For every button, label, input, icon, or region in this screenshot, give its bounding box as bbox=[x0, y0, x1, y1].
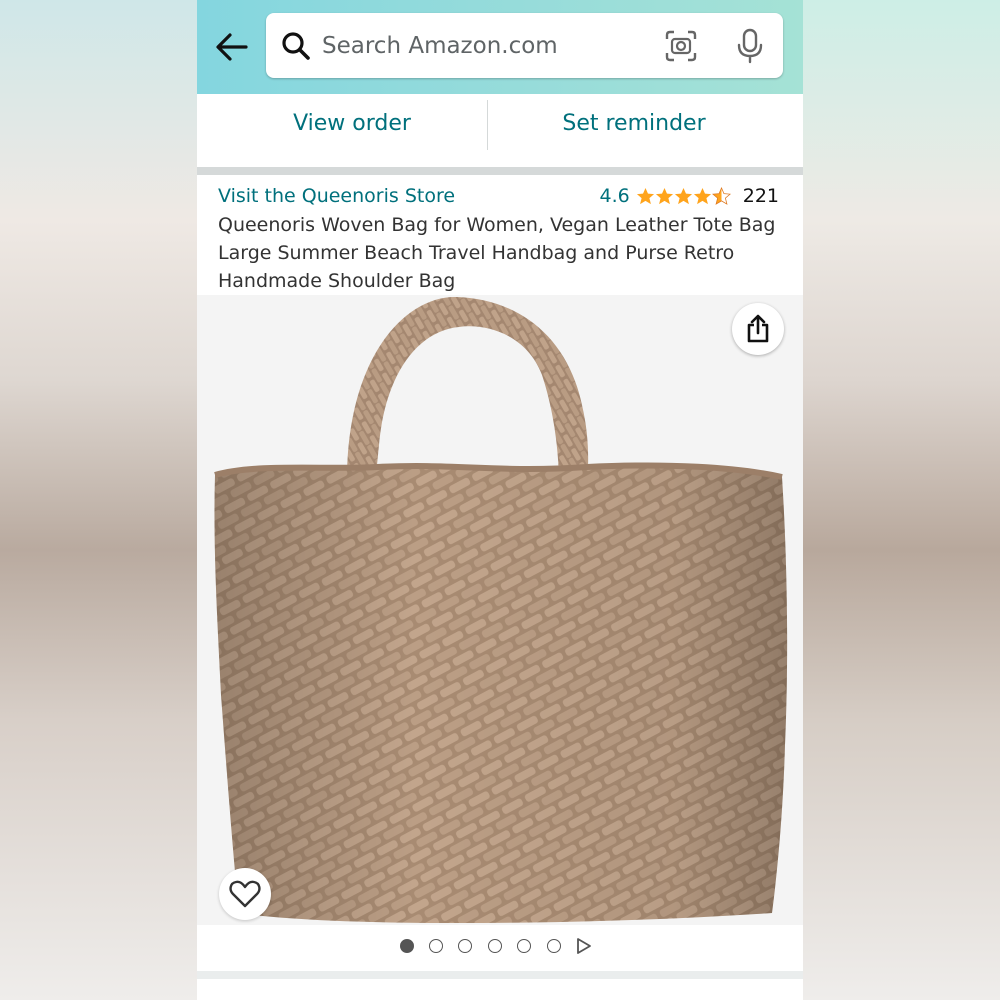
star-full-icon bbox=[693, 187, 711, 204]
camera-lens-icon[interactable] bbox=[664, 29, 698, 63]
phone-screen: View order Set reminder Visit the Queeno… bbox=[197, 0, 803, 1000]
store-link[interactable]: Visit the Queenoris Store bbox=[218, 185, 455, 207]
product-title: Queenoris Woven Bag for Women, Vegan Lea… bbox=[218, 214, 776, 292]
top-header bbox=[197, 0, 803, 94]
woven-tote-bag-image bbox=[197, 295, 803, 925]
blurred-background-right bbox=[803, 0, 1000, 1000]
carousel-dot-5[interactable] bbox=[517, 939, 531, 953]
review-count: 221 bbox=[742, 185, 779, 207]
carousel-dot-6[interactable] bbox=[547, 939, 561, 953]
view-order-button[interactable]: View order bbox=[197, 94, 507, 167]
star-full-icon bbox=[655, 187, 673, 204]
play-icon[interactable] bbox=[576, 937, 592, 955]
heart-icon bbox=[229, 880, 261, 908]
share-icon bbox=[747, 314, 769, 343]
next-section-peek bbox=[197, 979, 803, 1000]
blurred-background-left bbox=[0, 0, 197, 1000]
search-input[interactable] bbox=[322, 27, 652, 65]
image-carousel-indicator bbox=[197, 925, 803, 971]
rating-value: 4.6 bbox=[599, 185, 630, 207]
back-arrow-icon[interactable] bbox=[213, 28, 251, 66]
order-action-bar: View order Set reminder bbox=[197, 94, 803, 167]
section-separator bbox=[197, 971, 803, 979]
carousel-dot-2[interactable] bbox=[429, 939, 443, 953]
star-rating bbox=[636, 186, 731, 206]
product-info: Visit the Queenoris Store 4.6 221 Queeno… bbox=[197, 175, 803, 295]
section-separator bbox=[197, 167, 803, 175]
carousel-dot-3[interactable] bbox=[458, 939, 472, 953]
set-reminder-button[interactable]: Set reminder bbox=[489, 94, 779, 167]
microphone-icon[interactable] bbox=[732, 27, 768, 65]
star-full-icon bbox=[636, 187, 654, 204]
add-to-list-button[interactable] bbox=[219, 868, 271, 920]
star-half-icon bbox=[711, 186, 731, 205]
carousel-dot-4[interactable] bbox=[488, 939, 502, 953]
star-full-icon bbox=[674, 187, 692, 204]
search-bar[interactable] bbox=[266, 13, 783, 78]
search-icon[interactable] bbox=[280, 30, 312, 62]
action-divider bbox=[487, 100, 488, 150]
carousel-dot-1[interactable] bbox=[400, 939, 414, 953]
rating-summary[interactable]: 4.6 221 bbox=[600, 185, 779, 207]
share-button[interactable] bbox=[732, 303, 784, 355]
product-image[interactable] bbox=[197, 295, 803, 925]
